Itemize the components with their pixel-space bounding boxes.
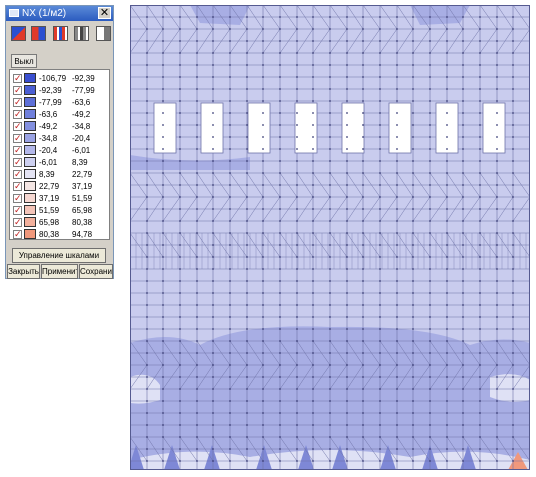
close-icon[interactable]: ✕ — [98, 7, 111, 19]
fe-model-viewport[interactable] — [128, 4, 531, 471]
legend-checkbox[interactable]: ✓ — [13, 230, 22, 239]
isofield-panel: NX (1/м2) ✕ Выкл ✓ -106,79 -92,39 ✓ -92,39 -7… — [5, 5, 114, 279]
legend-color-swatch[interactable] — [24, 133, 36, 143]
stress-zone-light — [490, 374, 530, 402]
legend-color-swatch[interactable] — [24, 121, 36, 131]
legend-color-swatch[interactable] — [24, 217, 36, 227]
legend-checkbox[interactable]: ✓ — [13, 146, 22, 155]
legend-range-from: 80,38 — [39, 230, 60, 239]
legend-color-swatch[interactable] — [24, 157, 36, 167]
stripes-color-icon[interactable] — [53, 26, 68, 41]
legend-checkbox[interactable]: ✓ — [13, 158, 22, 167]
legend-color-swatch[interactable] — [24, 85, 36, 95]
legend-checkbox[interactable]: ✓ — [13, 194, 22, 203]
window-icon — [9, 9, 19, 17]
legend-color-swatch[interactable] — [24, 145, 36, 155]
legend-color-swatch[interactable] — [24, 181, 36, 191]
legend-color-swatch[interactable] — [24, 205, 36, 215]
legend-checkbox[interactable]: ✓ — [13, 206, 22, 215]
legend-color-swatch[interactable] — [24, 109, 36, 119]
legend-checkbox[interactable]: ✓ — [13, 170, 22, 179]
legend-color-swatch[interactable] — [24, 169, 36, 179]
legend-color-swatch[interactable] — [24, 193, 36, 203]
panel-titlebar[interactable]: NX (1/м2) ✕ — [6, 6, 113, 21]
legend-checkbox[interactable]: ✓ — [13, 110, 22, 119]
legend-color-swatch[interactable] — [24, 97, 36, 107]
legend-range-to: 94,78 — [72, 230, 93, 239]
panel-title: NX (1/м2) — [22, 8, 67, 19]
legend-color-swatch[interactable] — [24, 229, 36, 239]
legend-checkbox[interactable]: ✓ — [13, 182, 22, 191]
wall-opening — [341, 102, 365, 154]
off-button[interactable]: Выкл — [11, 54, 37, 68]
isolines-icon[interactable] — [96, 26, 111, 41]
wall-opening — [435, 102, 459, 154]
wall-opening — [294, 102, 318, 154]
legend-row: ✓ 80,38 94,78 — [10, 228, 109, 241]
wall-opening — [200, 102, 224, 154]
stripes-gray-icon[interactable] — [74, 26, 89, 41]
legend-checkbox[interactable]: ✓ — [13, 98, 22, 107]
scale-control-button[interactable]: Управление шкалами — [12, 248, 106, 263]
close-button[interactable]: Закрыть — [7, 264, 40, 279]
legend-checkbox[interactable]: ✓ — [13, 74, 22, 83]
fill-mode-icon[interactable] — [11, 26, 26, 41]
wall-opening — [153, 102, 177, 154]
legend-checkbox[interactable]: ✓ — [13, 122, 22, 131]
apply-button[interactable]: Применить — [41, 264, 78, 279]
save-button[interactable]: Сохранить — [79, 264, 113, 279]
legend-checkbox[interactable]: ✓ — [13, 218, 22, 227]
wall-opening — [482, 102, 506, 154]
fill-sign-icon[interactable] — [31, 26, 46, 41]
legend-checkbox[interactable]: ✓ — [13, 86, 22, 95]
legend-color-swatch[interactable] — [24, 73, 36, 83]
legend-checkbox[interactable]: ✓ — [13, 134, 22, 143]
wall-opening — [388, 102, 412, 154]
fe-mesh-plot[interactable] — [128, 4, 531, 471]
color-scale-legend: ✓ -106,79 -92,39 ✓ -92,39 -77,99 ✓ -77,99 -63,6 ✓… — [9, 69, 110, 240]
wall-opening — [247, 102, 271, 154]
